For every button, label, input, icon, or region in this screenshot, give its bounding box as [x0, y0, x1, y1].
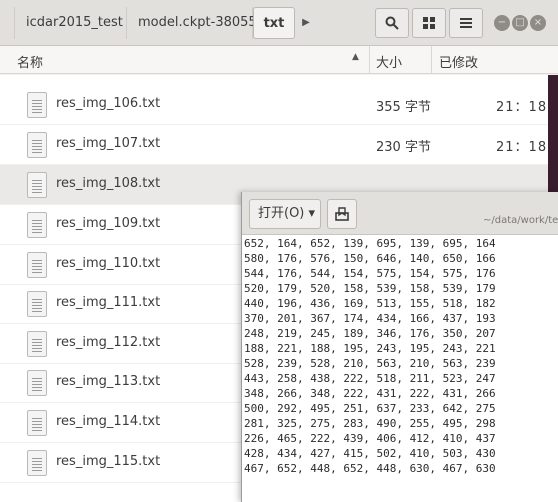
file-name: res_img_112.txt	[56, 335, 161, 350]
file-size: 230 字节	[376, 140, 431, 155]
sort-ascending-icon[interactable]: ▲	[352, 52, 359, 62]
editor-line[interactable]: 281, 325, 275, 283, 490, 255, 495, 298	[244, 416, 558, 431]
column-name[interactable]: 名称	[17, 52, 43, 71]
maximize-icon[interactable]: □	[512, 15, 528, 31]
text-file-icon	[27, 92, 47, 118]
text-file-icon	[27, 331, 47, 357]
column-divider[interactable]	[431, 46, 432, 74]
column-size[interactable]: 大小	[376, 52, 402, 71]
editor-header: 打开(O) ▾ ~/data/work/te	[242, 192, 558, 235]
file-name: res_img_107.txt	[56, 136, 161, 151]
breadcrumb-txt[interactable]: txt	[253, 7, 295, 39]
text-file-icon	[27, 252, 47, 278]
close-icon[interactable]: ×	[530, 15, 546, 31]
text-file-icon	[27, 450, 47, 476]
text-file-icon	[27, 212, 47, 238]
text-file-icon	[27, 370, 47, 396]
editor-file-path: ~/data/work/te	[483, 215, 558, 226]
save-button[interactable]	[327, 199, 357, 229]
file-manager-header: icdar2015_test model.ckpt-38055 txt ▶ − …	[0, 0, 558, 46]
grid-view-icon	[423, 17, 435, 29]
editor-line[interactable]: 520, 179, 520, 158, 539, 158, 539, 179	[244, 281, 558, 296]
editor-line[interactable]: 370, 201, 367, 174, 434, 166, 437, 193	[244, 311, 558, 326]
search-icon	[385, 16, 399, 30]
view-toggle-button[interactable]	[412, 8, 446, 38]
editor-text-area[interactable]: 652, 164, 652, 139, 695, 139, 695, 164 58…	[242, 235, 558, 502]
list-item[interactable]: res_img_106.txt 355 字节 21：18	[0, 85, 558, 125]
file-name: res_img_108.txt	[56, 176, 161, 191]
file-modified: 21：18	[496, 100, 548, 115]
menu-button[interactable]	[449, 8, 483, 38]
document-save-icon	[335, 207, 349, 221]
editor-line[interactable]: 248, 219, 245, 189, 346, 176, 350, 207	[244, 326, 558, 341]
text-editor-window: 打开(O) ▾ ~/data/work/te 652, 164, 652, 13…	[241, 192, 558, 502]
editor-line[interactable]: 443, 258, 438, 222, 518, 211, 523, 247	[244, 371, 558, 386]
editor-line[interactable]: 652, 164, 652, 139, 695, 139, 695, 164	[244, 236, 558, 251]
editor-line[interactable]: 544, 176, 544, 154, 575, 154, 575, 176	[244, 266, 558, 281]
column-header: 名称 ▲ 大小 已修改	[0, 46, 558, 74]
text-file-icon	[27, 172, 47, 198]
file-name: res_img_106.txt	[56, 96, 161, 111]
file-name: res_img_109.txt	[56, 216, 161, 231]
editor-line[interactable]: 467, 652, 448, 652, 448, 630, 467, 630	[244, 461, 558, 476]
editor-line[interactable]: 226, 465, 222, 439, 406, 412, 410, 437	[244, 431, 558, 446]
breadcrumb-icdar2015-test[interactable]: icdar2015_test	[15, 7, 127, 39]
file-name: res_img_111.txt	[56, 295, 161, 310]
column-modified[interactable]: 已修改	[439, 52, 478, 71]
editor-line[interactable]: 188, 221, 188, 195, 243, 195, 243, 221	[244, 341, 558, 356]
file-modified: 21：18	[496, 140, 548, 155]
editor-line[interactable]: 500, 292, 495, 251, 637, 233, 642, 275	[244, 401, 558, 416]
open-button[interactable]: 打开(O) ▾	[249, 199, 321, 229]
editor-line[interactable]: 580, 176, 576, 150, 646, 140, 650, 166	[244, 251, 558, 266]
editor-line[interactable]: 348, 266, 348, 222, 431, 222, 431, 266	[244, 386, 558, 401]
minimize-icon[interactable]: −	[494, 15, 510, 31]
text-file-icon	[27, 132, 47, 158]
file-name: res_img_113.txt	[56, 374, 161, 389]
menu-icon	[460, 18, 472, 28]
editor-line[interactable]: 528, 239, 528, 210, 563, 210, 563, 239	[244, 356, 558, 371]
breadcrumb-next-arrow-icon[interactable]: ▶	[296, 7, 316, 39]
text-file-icon	[27, 291, 47, 317]
search-button[interactable]	[375, 8, 409, 38]
file-name: res_img_114.txt	[56, 414, 161, 429]
file-name: res_img_110.txt	[56, 256, 161, 271]
breadcrumb-model-ckpt[interactable]: model.ckpt-38055	[127, 7, 257, 39]
breadcrumb-overflow[interactable]	[0, 7, 15, 39]
list-item[interactable]: res_img_107.txt 230 字节 21：18	[0, 125, 558, 165]
column-divider[interactable]	[369, 46, 370, 74]
file-name: res_img_115.txt	[56, 454, 161, 469]
editor-line[interactable]: 428, 434, 427, 415, 502, 410, 503, 430	[244, 446, 558, 461]
text-file-icon	[27, 410, 47, 436]
editor-line[interactable]: 440, 196, 436, 169, 513, 155, 518, 182	[244, 296, 558, 311]
file-size: 355 字节	[376, 100, 431, 115]
